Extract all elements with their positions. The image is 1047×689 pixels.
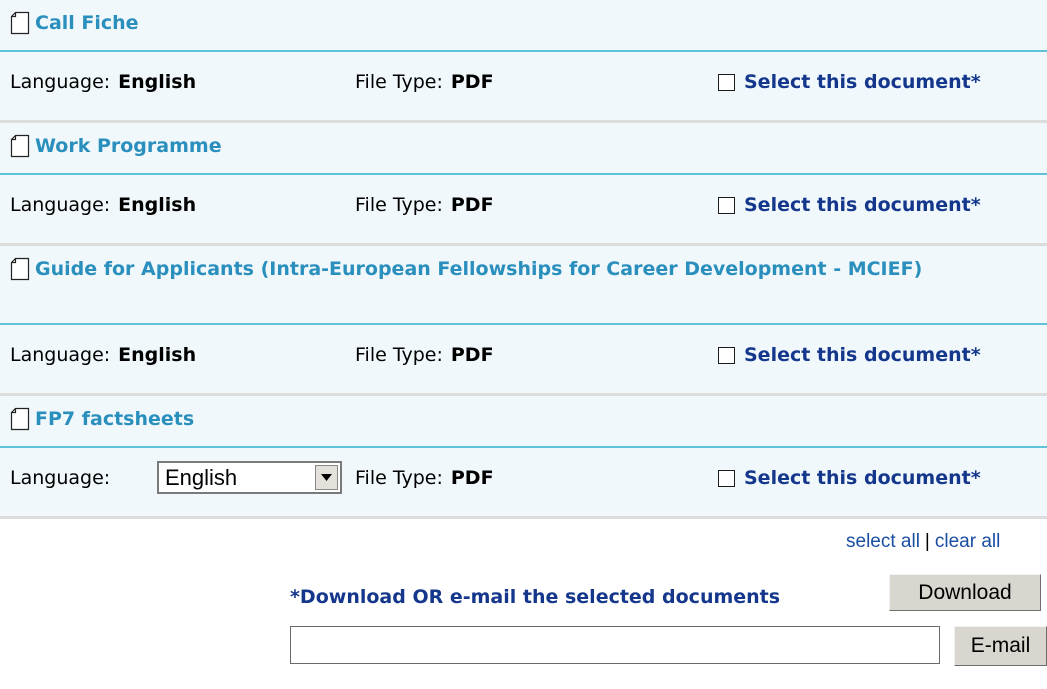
document-title-bar: Guide for Applicants (Intra-European Fel… [0,246,1047,325]
page-icon [10,257,32,281]
file-type-label: File Type: [355,71,443,93]
language-label: Language: [10,194,111,216]
language-select-value: English [165,464,238,490]
document-item: FP7 factsheets Language: English File Ty… [0,396,1047,519]
download-prompt: *Download OR e-mail the selected documen… [290,586,781,608]
file-type-label: File Type: [355,467,443,489]
document-title-bar: Work Programme [0,123,1047,175]
download-button[interactable]: Download [889,574,1041,611]
file-type-label: File Type: [355,194,443,216]
file-type-label: File Type: [355,344,443,366]
document-title-bar: FP7 factsheets [0,396,1047,448]
language-value: English [118,71,197,93]
select-document-checkbox[interactable] [718,346,735,364]
document-title-link[interactable]: Call Fiche [35,10,139,37]
select-document-link[interactable]: Select this document* [744,344,981,366]
chevron-down-icon[interactable] [315,465,338,490]
document-details: Language: English File Type: PDF Select t… [0,448,1047,516]
language-value: English [118,344,197,366]
document-item: Guide for Applicants (Intra-European Fel… [0,246,1047,396]
email-button[interactable]: E-mail [954,626,1047,666]
select-all-link[interactable]: select all [846,531,920,552]
language-select[interactable]: English [157,461,342,494]
document-details: Language: English File Type: PDF Select th… [0,175,1047,243]
select-document-checkbox[interactable] [718,73,735,91]
language-value: English [118,194,197,216]
language-field: Language: English [10,194,196,216]
file-type-field: File Type: PDF [355,71,494,93]
file-type-field: File Type: PDF [355,467,494,489]
select-document-link[interactable]: Select this document* [744,194,981,216]
file-type-field: File Type: PDF [355,344,494,366]
document-details: Language: English File Type: PDF Select th… [0,52,1047,120]
link-separator: | [924,531,930,552]
document-title-link[interactable]: FP7 factsheets [35,406,194,433]
select-document-checkbox[interactable] [718,469,735,487]
select-document-control: Select this document* [718,71,981,93]
document-item: Work Programme Language: English File Typ… [0,123,1047,246]
language-field: Language: English [10,344,196,366]
select-document-control: Select this document* [718,194,981,216]
select-document-link[interactable]: Select this document* [744,71,981,93]
document-title-link[interactable]: Guide for Applicants (Intra-European Fel… [35,256,922,283]
select-document-checkbox[interactable] [718,196,735,214]
email-input[interactable] [290,626,940,664]
selection-links: select all | clear all [846,531,1000,553]
document-item: Call Fiche Language: English File Type: PD… [0,0,1047,123]
bulk-actions: select all | clear all *Download OR e-mail… [0,519,1047,679]
select-document-control: Select this document* [718,344,981,366]
language-label: Language: [10,344,111,366]
file-type-field: File Type: PDF [355,194,494,216]
language-label: Language: [10,467,111,489]
file-type-value: PDF [450,71,494,93]
file-type-value: PDF [450,344,494,366]
language-label: Language: [10,71,111,93]
page-icon [10,134,32,158]
file-type-value: PDF [450,467,494,489]
document-title-link[interactable]: Work Programme [35,133,222,160]
document-details: Language: English File Type: PDF Select th… [0,325,1047,393]
select-document-link[interactable]: Select this document* [744,467,981,489]
clear-all-link[interactable]: clear all [935,531,1000,552]
file-type-value: PDF [450,194,494,216]
select-document-control: Select this document* [718,467,981,489]
language-field: Language: English [10,71,196,93]
document-title-bar: Call Fiche [0,0,1047,52]
page-icon [10,11,32,35]
language-field: Language: English [10,461,342,494]
page-icon [10,407,32,431]
